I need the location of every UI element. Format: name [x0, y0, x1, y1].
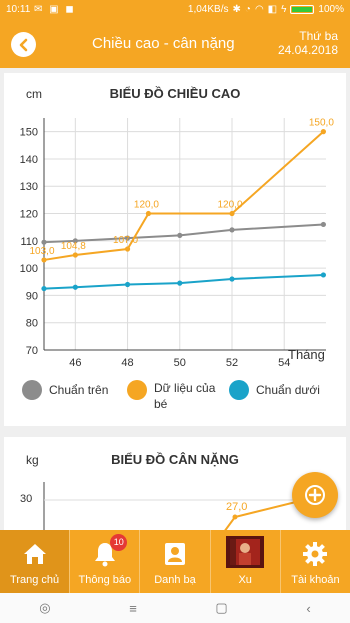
data-point — [320, 272, 326, 278]
legend-dot-baby — [127, 380, 147, 400]
height-chart-title: BIỂU ĐỒ CHIỀU CAO — [109, 86, 241, 101]
x-tick-label: 46 — [69, 357, 81, 369]
y-tick-label: 130 — [20, 181, 38, 193]
date-label: 24.04.2018 — [277, 43, 338, 57]
data-label: 104,8 — [61, 241, 86, 252]
legend-item-baby: Dữ liệu của bé — [127, 380, 237, 412]
nav-home-label: Trang chủ — [10, 574, 60, 586]
data-point — [177, 232, 183, 238]
legend-label-lower: Chuẩn dưới — [256, 383, 320, 397]
height-chart-card: cm BIỂU ĐỒ CHIỀU CAO 70 80 90 100 110 120 130 1… — [4, 73, 346, 426]
nav-contacts-label: Danh bạ — [154, 574, 196, 586]
bottom-nav: Trang chủ 10 Thông báo Danh bạ Xu Tài kh… — [0, 530, 350, 593]
nav-coins[interactable]: Xu — [209, 530, 280, 593]
app-header: Chiều cao - cân nặng Thứ ba 24.04.2018 — [0, 20, 350, 68]
height-x-axis-label: Tháng — [288, 347, 325, 362]
x-tick-label: 48 — [121, 357, 133, 369]
data-point — [229, 227, 235, 233]
notification-badge: 10 — [110, 534, 128, 551]
y-tick-label: 70 — [26, 345, 38, 357]
data-point — [145, 210, 152, 217]
home-icon — [20, 540, 50, 568]
charging-icon: ϟ — [281, 4, 287, 15]
wifi-icon: ◠ — [254, 4, 264, 15]
avatar-image — [226, 536, 265, 568]
date-block: Thứ ba 24.04.2018 — [278, 29, 338, 57]
weight-point-label: 27,0 — [226, 501, 248, 513]
legend-item-lower: Chuẩn dưới — [229, 380, 320, 400]
y-tick-label: 150 — [20, 127, 38, 139]
data-point — [41, 239, 47, 245]
data-point — [41, 257, 47, 263]
nav-notifications-label: Thông báo — [78, 574, 132, 586]
contacts-icon — [160, 540, 190, 568]
weight-y-tick: 30 — [20, 493, 33, 505]
weight-point — [232, 514, 238, 520]
data-point — [124, 281, 131, 288]
nav-account-label: Tài khoản — [291, 574, 340, 586]
system-nav-bar: ◎ ≡ ▢ ‹ — [0, 593, 350, 623]
back-button[interactable] — [11, 32, 36, 57]
data-label: 150,0 — [309, 118, 334, 129]
battery-percent: 100% — [318, 4, 344, 15]
x-tick-label: 52 — [226, 357, 238, 369]
plus-icon — [305, 485, 325, 505]
nav-coins-label: Xu — [238, 574, 252, 586]
weekday-label: Thứ ba — [299, 29, 338, 43]
system-menu-icon[interactable]: ≡ — [129, 601, 137, 616]
legend-item-upper: Chuẩn trên — [22, 380, 108, 400]
alarm-icon: ◔ — [244, 4, 251, 15]
data-point — [41, 285, 47, 292]
notification-icons: ✉ ▣ ◼ — [34, 4, 76, 15]
legend-dot-lower — [229, 380, 249, 400]
bluetooth-icon: ✱ — [232, 4, 241, 15]
legend-label-baby: Dữ liệu của bé — [154, 381, 216, 411]
nav-home[interactable]: Trang chủ — [0, 530, 70, 593]
back-arrow-icon — [19, 38, 27, 51]
data-point — [72, 284, 78, 290]
y-tick-label: 120 — [20, 209, 38, 221]
y-tick-label: 140 — [20, 154, 38, 166]
series-line-2 — [43, 273, 324, 290]
legend-label-upper: Chuẩn trên — [49, 383, 109, 397]
data-label: 103,0 — [29, 246, 54, 257]
add-fab-button[interactable] — [292, 472, 338, 518]
y-tick-label: 80 — [26, 318, 38, 330]
data-point — [177, 280, 183, 286]
data-label: 107,0 — [113, 235, 138, 246]
nav-notifications[interactable]: 10 Thông báo — [69, 530, 139, 593]
page-title: Chiều cao - cân nặng — [92, 35, 235, 52]
x-tick-label: 50 — [174, 357, 186, 369]
nav-account[interactable]: Tài khoản — [279, 530, 350, 593]
data-point — [229, 210, 235, 217]
data-label: 120,0 — [134, 200, 159, 211]
height-chart: 70809010011012013014015046 48 50 52 54103,0 1… — [20, 118, 335, 369]
data-point — [124, 246, 131, 252]
y-tick-label: 90 — [26, 290, 38, 302]
system-back-icon[interactable]: ‹ — [306, 601, 310, 616]
status-bar: 10:11 ✉ ▣ ◼ 1,04KB/s ✱ ◔ ◠ ◧ ϟ 100% — [0, 0, 350, 20]
y-tick-label: 100 — [20, 263, 38, 275]
battery-icon — [290, 5, 315, 14]
legend-dot-upper — [22, 380, 42, 400]
system-overview-icon[interactable]: ▢ — [215, 600, 227, 616]
network-speed: 1,04KB/s — [187, 4, 229, 15]
nav-contacts[interactable]: Danh bạ — [139, 530, 209, 593]
sim-icon: ◧ — [267, 4, 278, 15]
data-point — [320, 221, 326, 228]
clock: 10:11 — [6, 4, 31, 15]
data-label: 120,0 — [217, 200, 242, 211]
gear-icon — [300, 540, 330, 568]
data-point — [320, 129, 326, 135]
data-point — [72, 252, 78, 258]
system-home-icon[interactable]: ◎ — [39, 600, 50, 616]
data-point — [229, 276, 235, 282]
series-line-0 — [43, 223, 324, 244]
